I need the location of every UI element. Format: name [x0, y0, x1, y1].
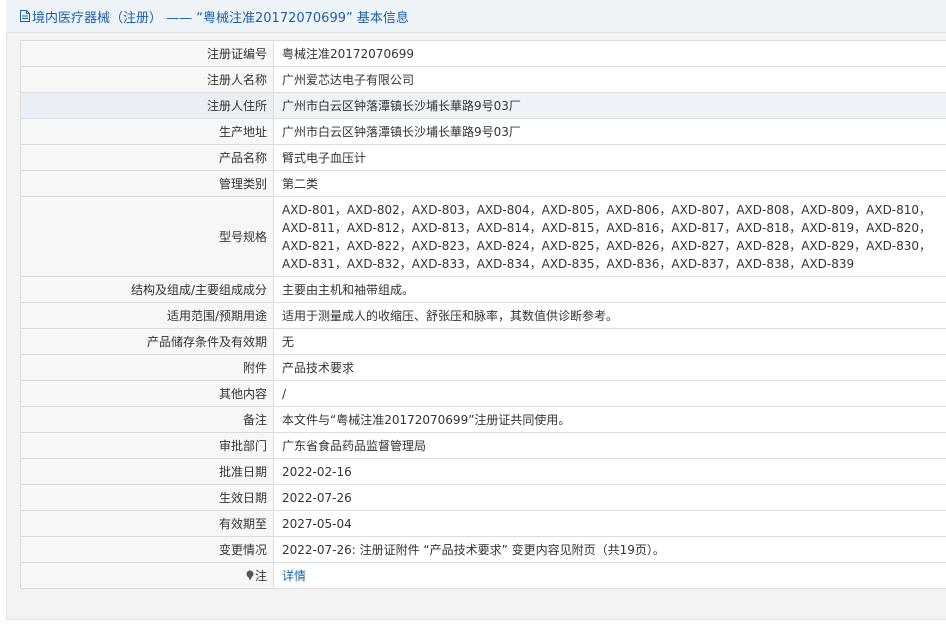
table-row: 适用范围/预期用途 适用于测量成人的收缩压、舒张压和脉率，其数值供诊断参考。 [20, 302, 946, 329]
row-label-note: 注 [20, 562, 274, 589]
row-label: 注册人住所 [20, 92, 274, 119]
table-row: 有效期至 2027-05-04 [20, 510, 946, 537]
row-value: 产品技术要求 [273, 354, 946, 381]
row-label: 生效日期 [20, 484, 274, 511]
row-label: 附件 [20, 354, 274, 381]
row-value: 2022-02-16 [273, 458, 946, 485]
row-label: 适用范围/预期用途 [20, 302, 274, 329]
table-row: 变更情况 2022-07-26: 注册证附件 “产品技术要求” 变更内容见附页（… [20, 536, 946, 563]
row-value: 2022-07-26 [273, 484, 946, 511]
row-value: 第二类 [273, 170, 946, 197]
table-row: 注册人住所 广州市白云区钟落潭镇长沙埔长華路9号03厂 [20, 92, 946, 119]
document-icon [20, 10, 30, 22]
table-row: 批准日期 2022-02-16 [20, 458, 946, 485]
row-value: 主要由主机和袖带组成。 [273, 276, 946, 303]
table-row: 管理类别 第二类 [20, 170, 946, 197]
table-row: 结构及组成/主要组成成分 主要由主机和袖带组成。 [20, 276, 946, 303]
note-label: 注 [254, 568, 267, 583]
row-label: 批准日期 [20, 458, 274, 485]
model-list: AXD-801，AXD-802，AXD-803，AXD-804，AXD-805，… [282, 202, 932, 271]
info-panel: 注册证编号 粤械注准20172070699 注册人名称 广州爱芯达电子有限公司 … [6, 32, 946, 620]
row-value: 粤械注准20172070699 [273, 40, 946, 67]
table-row: 生效日期 2022-07-26 [20, 484, 946, 511]
row-label: 生产地址 [20, 118, 274, 145]
row-value: 广州爱芯达电子有限公司 [273, 66, 946, 93]
row-label: 产品名称 [20, 144, 274, 171]
row-value: AXD-801，AXD-802，AXD-803，AXD-804，AXD-805，… [273, 196, 946, 277]
row-value: 广州市白云区钟落潭镇长沙埔长華路9号03厂 [273, 92, 946, 119]
row-label: 管理类别 [20, 170, 274, 197]
row-label: 注册证编号 [20, 40, 274, 67]
info-table: 注册证编号 粤械注准20172070699 注册人名称 广州爱芯达电子有限公司 … [20, 40, 946, 589]
table-row: 产品名称 臂式电子血压计 [20, 144, 946, 171]
table-row: 注册证编号 粤械注准20172070699 [20, 40, 946, 67]
row-label: 结构及组成/主要组成成分 [20, 276, 274, 303]
table-row: 生产地址 广州市白云区钟落潭镇长沙埔长華路9号03厂 [20, 118, 946, 145]
table-row: 产品储存条件及有效期 无 [20, 328, 946, 355]
page-header: 境内医疗器械（注册） —— “粤械注准20172070699” 基本信息 [6, 0, 946, 33]
details-link[interactable]: 详情 [282, 569, 306, 583]
table-row: 注 详情 [20, 562, 946, 589]
row-value: 2027-05-04 [273, 510, 946, 537]
row-label: 有效期至 [20, 510, 274, 537]
row-value: 广州市白云区钟落潭镇长沙埔长華路9号03厂 [273, 118, 946, 145]
row-value: 2022-07-26: 注册证附件 “产品技术要求” 变更内容见附页（共19页）… [273, 536, 946, 563]
row-value: 无 [273, 328, 946, 355]
row-label: 审批部门 [20, 432, 274, 459]
pin-icon [246, 570, 254, 580]
table-row: 附件 产品技术要求 [20, 354, 946, 381]
row-label: 产品储存条件及有效期 [20, 328, 274, 355]
table-row: 其他内容 / [20, 380, 946, 407]
row-label: 备注 [20, 406, 274, 433]
row-label: 注册人名称 [20, 66, 274, 93]
row-value: 广东省食品药品监督管理局 [273, 432, 946, 459]
row-label: 型号规格 [20, 196, 274, 277]
row-value: / [273, 380, 946, 407]
table-row: 审批部门 广东省食品药品监督管理局 [20, 432, 946, 459]
row-value: 臂式电子血压计 [273, 144, 946, 171]
page-title: 境内医疗器械（注册） —— “粤械注准20172070699” 基本信息 [32, 10, 409, 26]
row-value: 详情 [273, 562, 946, 589]
row-label: 其他内容 [20, 380, 274, 407]
row-value: 本文件与“粤械注准20172070699”注册证共同使用。 [273, 406, 946, 433]
table-row: 型号规格 AXD-801，AXD-802，AXD-803，AXD-804，AXD… [20, 196, 946, 277]
table-row: 备注 本文件与“粤械注准20172070699”注册证共同使用。 [20, 406, 946, 433]
row-value: 适用于测量成人的收缩压、舒张压和脉率，其数值供诊断参考。 [273, 302, 946, 329]
table-row: 注册人名称 广州爱芯达电子有限公司 [20, 66, 946, 93]
row-label: 变更情况 [20, 536, 274, 563]
